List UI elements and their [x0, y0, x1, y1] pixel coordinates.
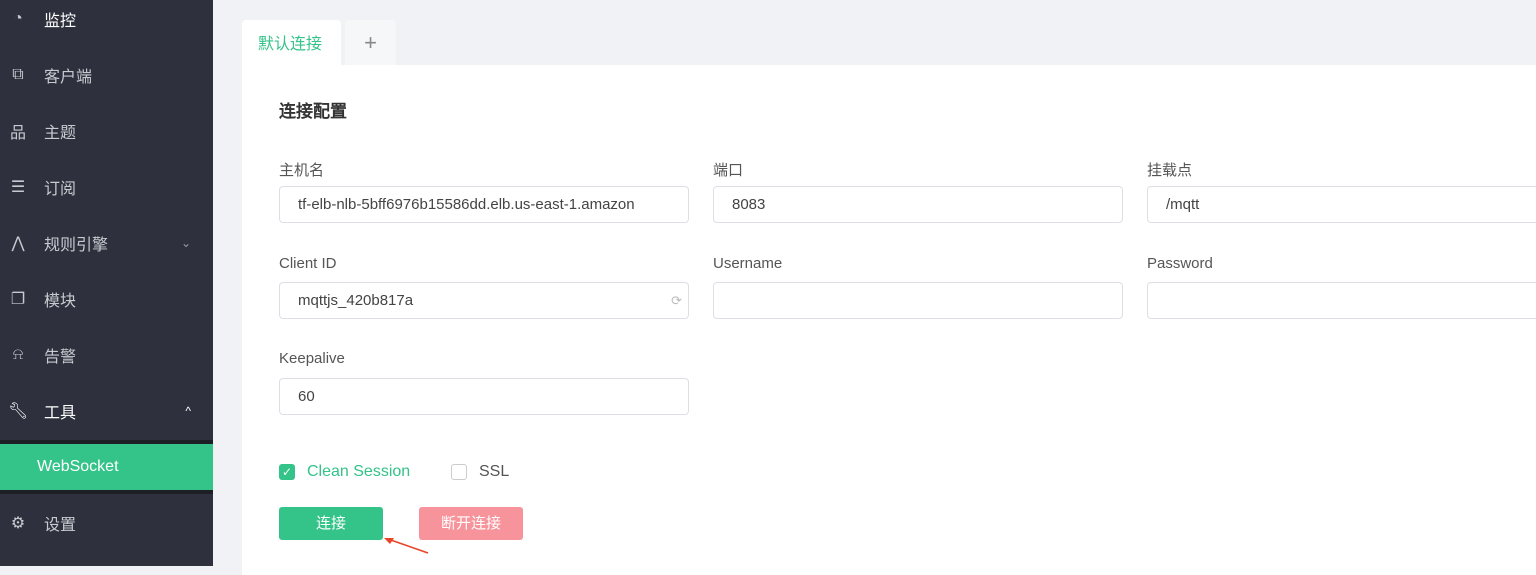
modules-icon: ❐ — [10, 291, 26, 308]
sidebar-item-settings[interactable]: ⚙ 设置 — [0, 495, 213, 551]
sidebar-item-label: 模块 — [44, 293, 77, 310]
port-label: 端口 — [713, 162, 744, 179]
ssl-label[interactable]: SSL — [479, 463, 509, 481]
subscriptions-icon: ☰ — [10, 179, 26, 196]
password-input[interactable] — [1147, 282, 1536, 319]
ssl-checkbox[interactable] — [451, 464, 467, 480]
gear-icon: ⚙ — [10, 515, 26, 532]
client-id-input[interactable]: mqttjs_420b817a ⟳ — [279, 282, 689, 319]
sidebar-item-label: 客户端 — [44, 69, 93, 86]
tools-submenu: WebSocket — [0, 440, 213, 494]
add-tab-button[interactable]: + — [345, 20, 396, 65]
chevron-down-icon: ⌄ — [180, 236, 191, 250]
sidebar-item-label: 订阅 — [44, 181, 77, 198]
sidebar-item-rule-engine[interactable]: ⋀ 规则引擎 ⌄ — [0, 215, 213, 271]
host-label: 主机名 — [279, 162, 325, 179]
connect-button[interactable]: 连接 — [279, 507, 383, 540]
port-input[interactable]: 8083 — [713, 186, 1123, 223]
clean-session-label[interactable]: Clean Session — [307, 463, 410, 481]
sidebar: ◔ 监控 ⧉ 客户端 品 主题 ☰ 订阅 ⋀ 规则引擎 ⌄ ❐ 模块 ⍾ 告警 🔧︎ 工具 ^ We… — [0, 0, 213, 566]
sidebar-item-clients[interactable]: ⧉ 客户端 — [0, 47, 213, 103]
disconnect-button[interactable]: 断开连接 — [419, 507, 523, 540]
sidebar-item-label: 设置 — [44, 517, 77, 534]
username-input[interactable] — [713, 282, 1123, 319]
tab-default-connection[interactable]: 默认连接 — [242, 20, 341, 65]
username-label: Username — [713, 255, 783, 272]
connection-card — [242, 65, 1536, 575]
sidebar-item-subscriptions[interactable]: ☰ 订阅 — [0, 159, 213, 215]
sidebar-item-label: 主题 — [44, 125, 77, 142]
host-input[interactable]: tf-elb-nlb-5bff6976b15586dd.elb.us-east-… — [279, 186, 689, 223]
clients-icon: ⧉ — [12, 66, 24, 83]
refresh-icon[interactable]: ⟳ — [671, 283, 682, 318]
sidebar-item-topics[interactable]: 品 主题 — [0, 103, 213, 159]
annotation-arrow-icon — [384, 538, 429, 554]
client-id-value: mqttjs_420b817a — [298, 292, 414, 309]
dashboard-icon: ◔ — [13, 10, 23, 27]
chevron-up-icon: ^ — [185, 404, 191, 418]
sidebar-item-tools[interactable]: 🔧︎ 工具 ^ — [0, 383, 213, 439]
sidebar-item-label: 监控 — [44, 13, 77, 30]
path-label: 挂载点 — [1147, 162, 1193, 179]
sidebar-item-modules[interactable]: ❐ 模块 — [0, 271, 213, 327]
client-id-label: Client ID — [279, 255, 337, 272]
keepalive-label: Keepalive — [279, 350, 345, 367]
alarm-icon: ⍾ — [12, 346, 24, 363]
sidebar-item-alarms[interactable]: ⍾ 告警 — [0, 327, 213, 383]
sidebar-item-websocket[interactable]: WebSocket — [0, 444, 213, 490]
sidebar-item-label: 告警 — [44, 349, 77, 366]
sidebar-item-label: 工具 — [44, 405, 77, 422]
section-title: 连接配置 — [279, 102, 347, 121]
clean-session-checkbox[interactable]: ✓ — [279, 464, 295, 480]
topics-icon: 品 — [9, 125, 26, 142]
sidebar-item-monitor[interactable]: ◔ 监控 — [0, 0, 213, 47]
keepalive-input[interactable]: 60 — [279, 378, 689, 415]
rule-engine-icon: ⋀ — [11, 235, 25, 252]
path-input[interactable]: /mqtt — [1147, 186, 1536, 223]
wrench-icon: 🔧︎ — [8, 403, 29, 420]
password-label: Password — [1147, 255, 1213, 272]
sidebar-item-label: 规则引擎 — [44, 237, 109, 254]
